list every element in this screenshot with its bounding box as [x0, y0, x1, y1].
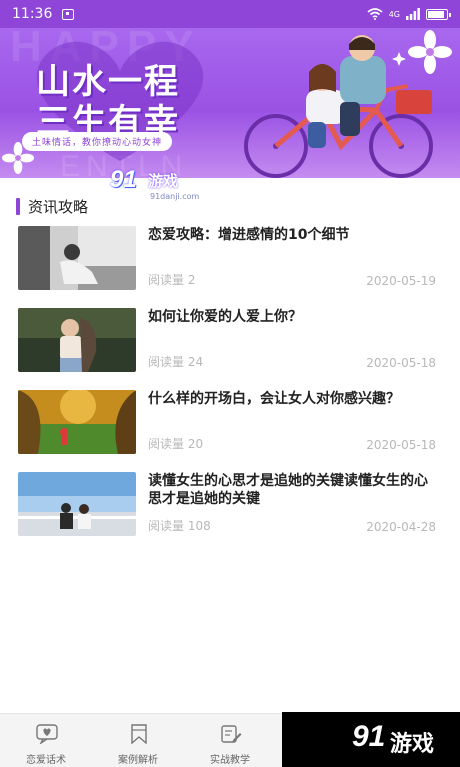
article-item[interactable]: 什么样的开场白，会让女人对你感兴趣？ 阅读量 20 2020-05-18	[18, 390, 442, 454]
nav-label: 实战教学	[210, 755, 250, 766]
chat-heart-icon	[36, 724, 58, 744]
content-area: 资讯攻略 恋爱攻略：增进感情的10个细节 阅读量 2 2020-05-19 如何…	[0, 178, 460, 713]
watermark-logo: 91	[110, 166, 137, 193]
watermark-corner-logo: 91	[352, 720, 386, 753]
flower-decoration-icon	[408, 30, 452, 74]
article-item[interactable]: 恋爱攻略：增进感情的10个细节 阅读量 2 2020-05-19	[18, 226, 442, 290]
article-date: 2020-05-18	[366, 438, 436, 452]
bookmark-icon	[131, 724, 147, 744]
battery-icon	[426, 8, 451, 20]
article-title: 恋爱攻略：增进感情的10个细节	[148, 227, 350, 243]
article-read-count: 阅读量 24	[148, 355, 204, 369]
network-type: 4G	[388, 9, 400, 19]
banner-slogan: 土味情话，教你撩动心动女神	[22, 132, 173, 151]
article-thumbnail	[18, 390, 136, 454]
nav-item-case-analysis[interactable]: 案例解析	[92, 714, 184, 767]
wifi-icon	[367, 8, 383, 20]
notification-icon	[62, 8, 75, 20]
promo-banner[interactable]: HAPPY ENTLN 山水一程 三生有幸 土味情话，教你撩动心动女神	[0, 28, 460, 178]
article-item[interactable]: 如何让你爱的人爱上你？ 阅读量 24 2020-05-18	[18, 308, 442, 372]
article-thumbnail	[18, 308, 136, 372]
nav-item-love-talk[interactable]: 恋爱话术	[0, 714, 92, 767]
status-time: 11:36	[12, 6, 53, 22]
section-header: 资讯攻略	[16, 196, 88, 217]
flower-decoration-icon-2	[2, 142, 34, 174]
edit-book-icon	[221, 725, 242, 743]
signal-icon	[406, 8, 420, 20]
article-title: 如何让你爱的人爱上你？	[148, 309, 302, 325]
section-title: 资讯攻略	[28, 198, 89, 216]
watermark-91-corner: 91 游戏	[282, 712, 460, 767]
watermark-corner-text: 游戏	[390, 732, 435, 757]
section-accent-bar	[16, 198, 20, 215]
watermark-91-center: 91 游戏 91danji.com	[110, 166, 210, 206]
article-date: 2020-05-19	[366, 274, 436, 288]
article-read-count: 阅读量 108	[148, 519, 211, 533]
article-read-count: 阅读量 2	[148, 273, 196, 287]
nav-label: 案例解析	[118, 755, 158, 766]
article-item[interactable]: 读懂女生的心思才是追她的关键读懂女生的心思才是追她的关键 阅读量 108 202…	[18, 472, 442, 536]
status-indicators: 4G	[367, 8, 451, 20]
article-read-count: 阅读量 20	[148, 437, 204, 451]
watermark-url: 91danji.com	[150, 192, 200, 201]
article-thumbnail	[18, 226, 136, 290]
article-title: 读懂女生的心思才是追她的关键读懂女生的心思才是追她的关键	[148, 473, 428, 507]
watermark-text: 游戏	[148, 172, 179, 190]
article-thumbnail	[18, 472, 136, 536]
article-date: 2020-05-18	[366, 356, 436, 370]
article-title: 什么样的开场白，会让女人对你感兴趣？	[148, 391, 400, 407]
status-bar: 11:36 4G	[0, 0, 460, 28]
nav-item-practical-teaching[interactable]: 实战教学	[184, 714, 276, 767]
star-decoration-icon	[392, 52, 406, 66]
article-date: 2020-04-28	[366, 520, 436, 534]
nav-label: 恋爱话术	[26, 755, 66, 766]
